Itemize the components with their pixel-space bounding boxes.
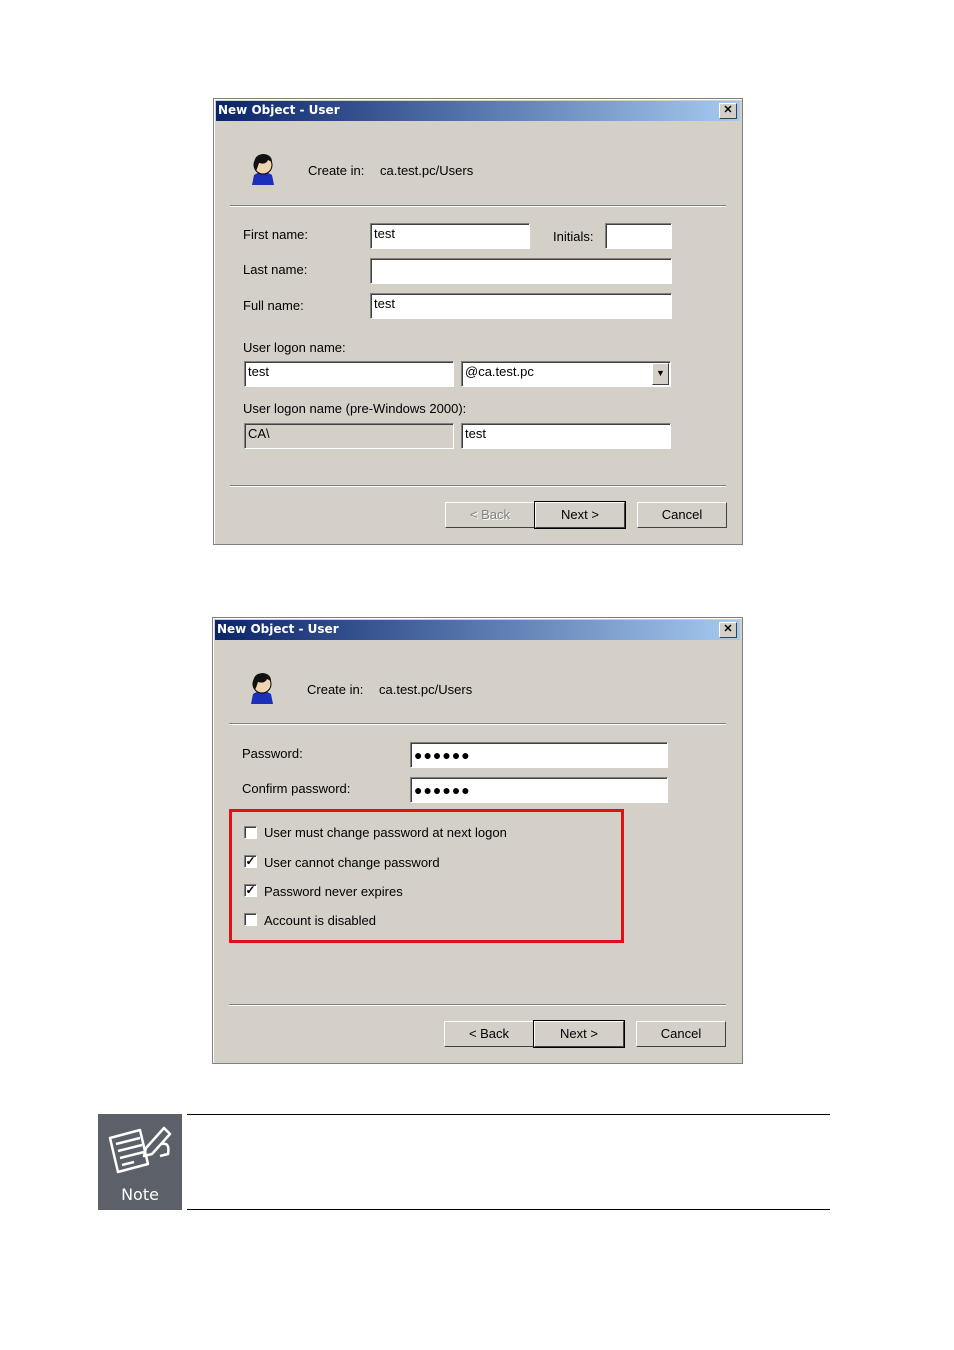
new-user-dialog-1: New Object - User ✕ Create in: ca.test.p… (213, 98, 743, 545)
close-button[interactable]: ✕ (719, 622, 737, 638)
back-button[interactable]: < Back (445, 502, 535, 528)
note-badge: Note (98, 1114, 182, 1210)
separator (230, 485, 726, 487)
chevron-down-icon[interactable]: ▼ (652, 363, 669, 385)
password-input[interactable]: ●●●●●● (410, 742, 668, 768)
full-name-input[interactable]: test (370, 293, 672, 319)
account-disabled-label[interactable]: Account is disabled (264, 913, 376, 928)
separator (229, 1004, 726, 1006)
pre2000-logon-input[interactable]: test (461, 423, 671, 449)
dialog-title: New Object - User (217, 622, 339, 636)
dialog-title: New Object - User (218, 103, 340, 117)
must-change-password-checkbox[interactable] (244, 826, 257, 839)
initials-label: Initials: (553, 229, 594, 244)
password-label: Password: (242, 746, 303, 761)
separator (230, 205, 726, 207)
password-never-expires-checkbox[interactable]: ✓ (244, 884, 257, 897)
user-icon (252, 154, 274, 185)
note-bottom-rule (187, 1209, 830, 1210)
last-name-label: Last name: (243, 262, 308, 277)
domain-select[interactable]: @ca.test.pc ▼ (461, 361, 671, 387)
full-name-label: Full name: (243, 298, 304, 313)
must-change-password-label[interactable]: User must change password at next logon (264, 825, 507, 840)
cannot-change-password-checkbox[interactable]: ✓ (244, 855, 257, 868)
create-in-label: Create in: (308, 163, 365, 178)
pre2000-domain-field: CA\ (244, 423, 454, 449)
cannot-change-password-label[interactable]: User cannot change password (264, 855, 440, 870)
logon-name-input[interactable]: test (244, 361, 454, 387)
note-pen-icon (108, 1126, 172, 1174)
first-name-label: First name: (243, 227, 309, 242)
confirm-password-label: Confirm password: (242, 781, 351, 796)
note-label: Note (121, 1185, 159, 1204)
domain-select-value: @ca.test.pc (465, 364, 534, 379)
title-bar[interactable]: New Object - User ✕ (215, 620, 740, 640)
title-bar[interactable]: New Object - User ✕ (216, 101, 740, 121)
next-button[interactable]: Next > (533, 1020, 625, 1048)
password-never-expires-label[interactable]: Password never expires (264, 884, 403, 899)
cancel-button[interactable]: Cancel (637, 502, 727, 528)
first-name-input[interactable]: test (370, 223, 530, 249)
create-in-value: ca.test.pc/Users (380, 163, 474, 178)
logon-name-label: User logon name: (243, 340, 346, 355)
pre2000-label: User logon name (pre-Windows 2000): (243, 401, 467, 416)
last-name-input[interactable] (370, 258, 672, 284)
user-icon (251, 673, 273, 704)
close-button[interactable]: ✕ (719, 103, 737, 119)
next-button[interactable]: Next > (534, 501, 626, 529)
new-user-dialog-2: New Object - User ✕ Create in: ca.test.p… (212, 617, 743, 1064)
initials-input[interactable] (605, 223, 672, 249)
create-in-label: Create in: (307, 682, 364, 697)
note-top-rule (187, 1114, 830, 1115)
separator (229, 723, 726, 725)
back-button[interactable]: < Back (444, 1021, 534, 1047)
create-in-value: ca.test.pc/Users (379, 682, 473, 697)
account-disabled-checkbox[interactable] (244, 913, 257, 926)
confirm-password-input[interactable]: ●●●●●● (410, 777, 668, 803)
cancel-button[interactable]: Cancel (636, 1021, 726, 1047)
